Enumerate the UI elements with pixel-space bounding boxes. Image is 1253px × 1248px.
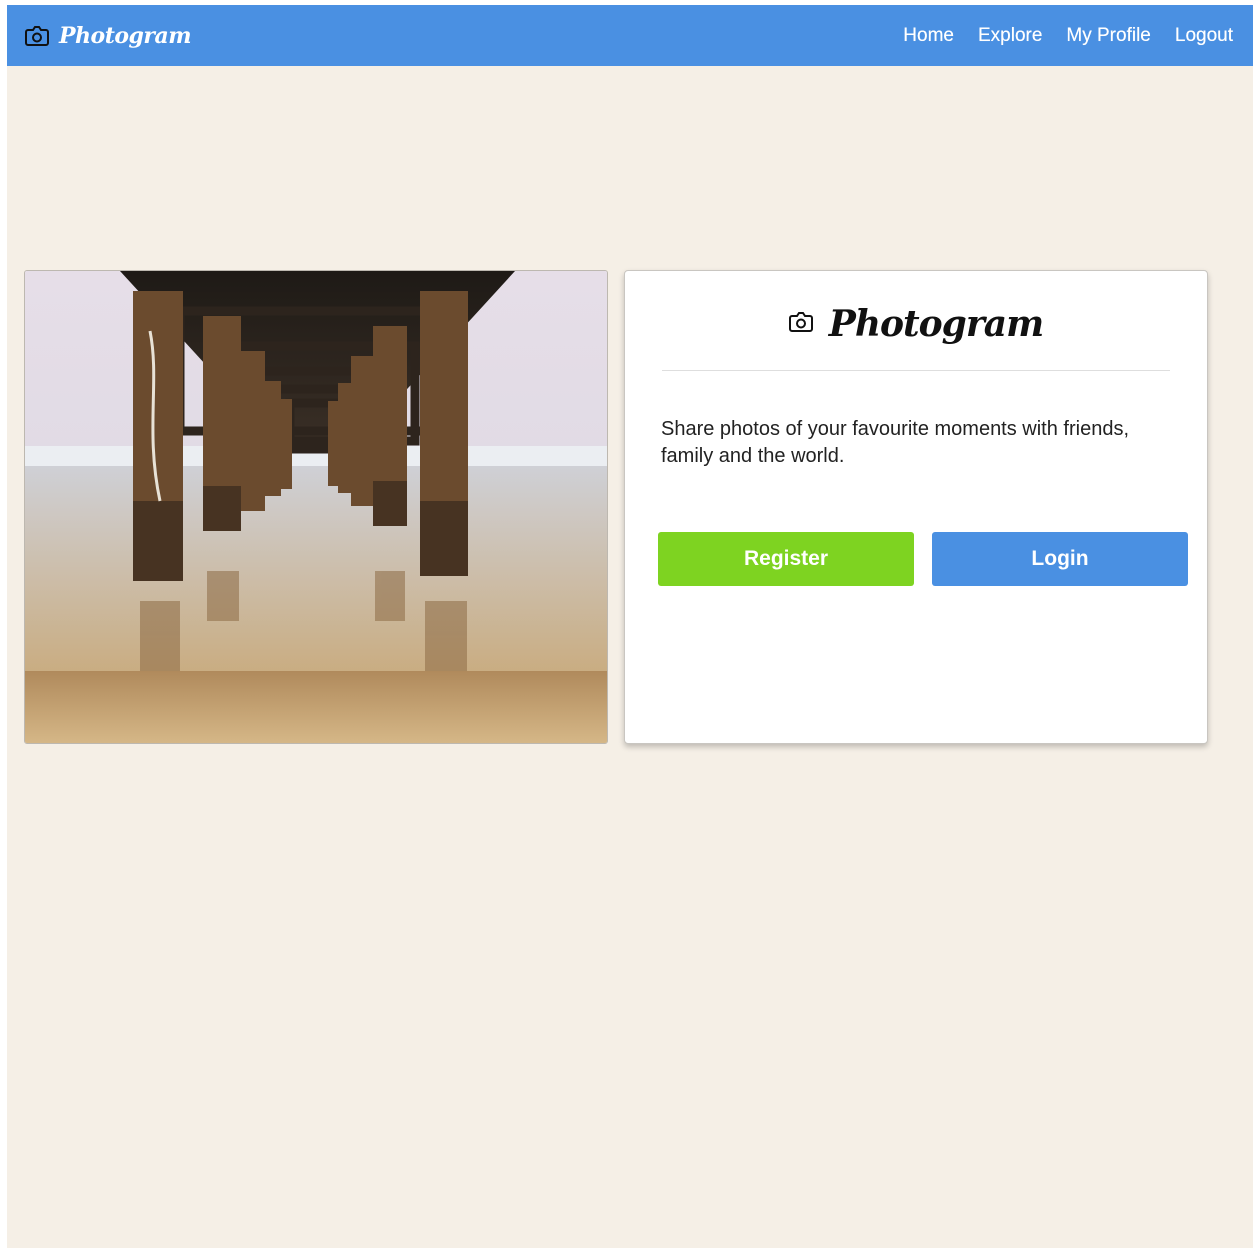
register-button[interactable]: Register — [658, 532, 914, 586]
camera-icon — [25, 25, 49, 47]
main-nav: Home Explore My Profile Logout — [903, 25, 1233, 47]
intro-card: Photogram Share photos of your favourite… — [624, 270, 1208, 744]
nav-link-explore[interactable]: Explore — [978, 25, 1042, 47]
nav-link-logout[interactable]: Logout — [1175, 25, 1233, 47]
nav-link-home[interactable]: Home — [903, 25, 954, 47]
page-frame: Photogram Home Explore My Profile Logout — [7, 5, 1253, 1248]
brand-name: Photogram — [59, 22, 192, 49]
login-button[interactable]: Login — [932, 532, 1188, 586]
tagline: Share photos of your favourite moments w… — [661, 418, 1130, 467]
divider — [662, 370, 1170, 371]
brand-link[interactable]: Photogram — [25, 22, 192, 49]
navbar: Photogram Home Explore My Profile Logout — [7, 5, 1253, 66]
camera-icon — [788, 311, 813, 337]
nav-link-my-profile[interactable]: My Profile — [1066, 25, 1150, 47]
hero-photo — [24, 270, 608, 744]
card-logo-text: Photogram — [828, 303, 1044, 345]
card-logo: Photogram — [625, 303, 1207, 345]
